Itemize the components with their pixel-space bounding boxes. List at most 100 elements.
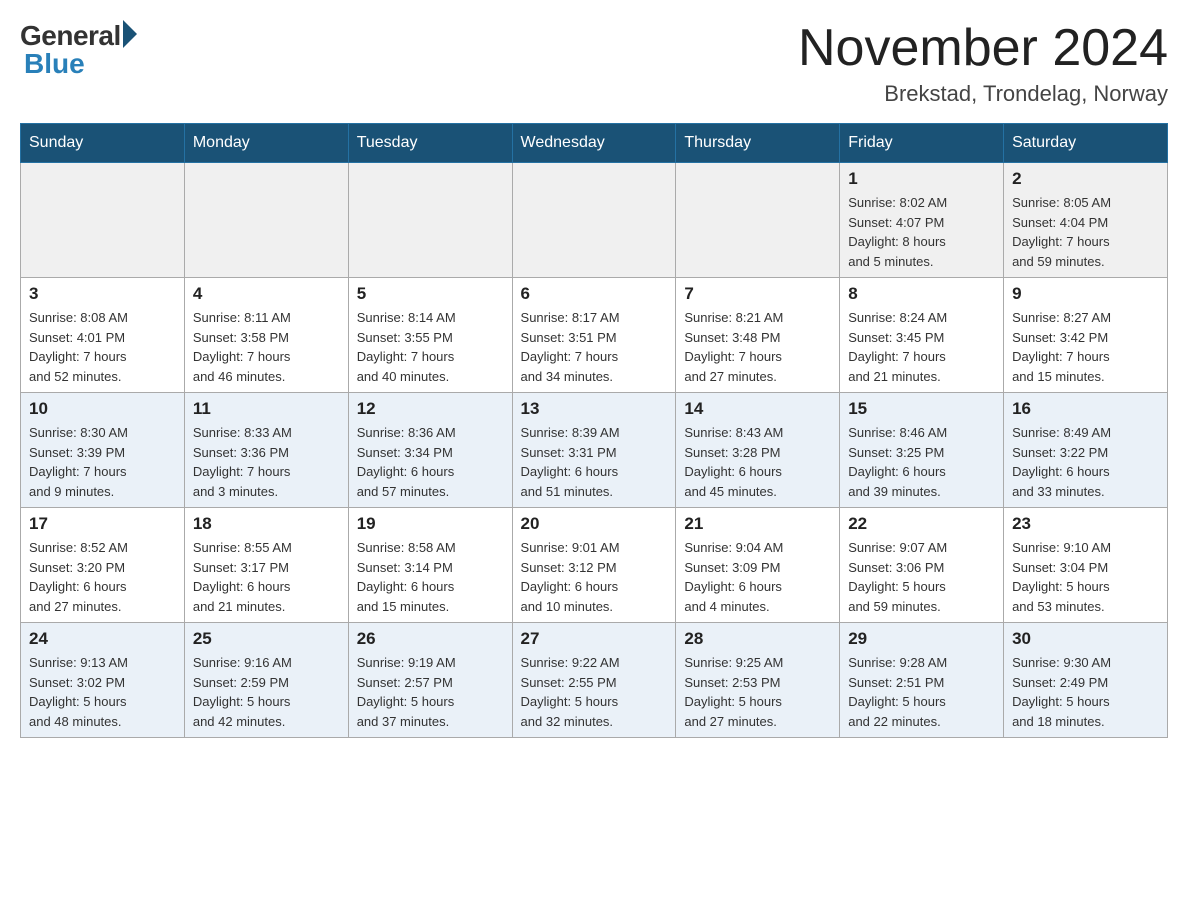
day-number: 3	[29, 284, 176, 304]
calendar-cell: 17 Sunrise: 8:52 AM Sunset: 3:20 PM Dayli…	[21, 508, 185, 623]
day-number: 7	[684, 284, 831, 304]
calendar-cell: 6 Sunrise: 8:17 AM Sunset: 3:51 PM Daylig…	[512, 278, 676, 393]
day-info: Sunrise: 8:30 AM Sunset: 3:39 PM Dayligh…	[29, 423, 176, 501]
day-number: 1	[848, 169, 995, 189]
calendar-header-wednesday: Wednesday	[512, 124, 676, 163]
day-number: 28	[684, 629, 831, 649]
calendar-cell: 2 Sunrise: 8:05 AM Sunset: 4:04 PM Daylig…	[1004, 163, 1168, 278]
day-number: 27	[521, 629, 668, 649]
calendar-cell	[184, 163, 348, 278]
calendar-header-friday: Friday	[840, 124, 1004, 163]
day-number: 22	[848, 514, 995, 534]
day-number: 29	[848, 629, 995, 649]
calendar-cell: 27 Sunrise: 9:22 AM Sunset: 2:55 PM Dayli…	[512, 623, 676, 738]
day-info: Sunrise: 9:07 AM Sunset: 3:06 PM Dayligh…	[848, 538, 995, 616]
day-info: Sunrise: 9:30 AM Sunset: 2:49 PM Dayligh…	[1012, 653, 1159, 731]
day-info: Sunrise: 8:21 AM Sunset: 3:48 PM Dayligh…	[684, 308, 831, 386]
logo-blue-text: Blue	[20, 48, 85, 80]
day-info: Sunrise: 8:33 AM Sunset: 3:36 PM Dayligh…	[193, 423, 340, 501]
day-number: 16	[1012, 399, 1159, 419]
day-number: 18	[193, 514, 340, 534]
day-number: 21	[684, 514, 831, 534]
calendar-table: SundayMondayTuesdayWednesdayThursdayFrid…	[20, 123, 1168, 738]
calendar-week-row: 17 Sunrise: 8:52 AM Sunset: 3:20 PM Dayli…	[21, 508, 1168, 623]
day-info: Sunrise: 9:25 AM Sunset: 2:53 PM Dayligh…	[684, 653, 831, 731]
calendar-cell: 28 Sunrise: 9:25 AM Sunset: 2:53 PM Dayli…	[676, 623, 840, 738]
day-info: Sunrise: 8:46 AM Sunset: 3:25 PM Dayligh…	[848, 423, 995, 501]
calendar-cell: 1 Sunrise: 8:02 AM Sunset: 4:07 PM Daylig…	[840, 163, 1004, 278]
day-info: Sunrise: 8:43 AM Sunset: 3:28 PM Dayligh…	[684, 423, 831, 501]
day-info: Sunrise: 8:27 AM Sunset: 3:42 PM Dayligh…	[1012, 308, 1159, 386]
day-info: Sunrise: 9:19 AM Sunset: 2:57 PM Dayligh…	[357, 653, 504, 731]
day-info: Sunrise: 9:22 AM Sunset: 2:55 PM Dayligh…	[521, 653, 668, 731]
day-number: 30	[1012, 629, 1159, 649]
calendar-cell: 18 Sunrise: 8:55 AM Sunset: 3:17 PM Dayli…	[184, 508, 348, 623]
day-number: 2	[1012, 169, 1159, 189]
day-info: Sunrise: 9:28 AM Sunset: 2:51 PM Dayligh…	[848, 653, 995, 731]
day-info: Sunrise: 8:55 AM Sunset: 3:17 PM Dayligh…	[193, 538, 340, 616]
day-number: 14	[684, 399, 831, 419]
calendar-cell: 7 Sunrise: 8:21 AM Sunset: 3:48 PM Daylig…	[676, 278, 840, 393]
day-info: Sunrise: 9:10 AM Sunset: 3:04 PM Dayligh…	[1012, 538, 1159, 616]
calendar-cell: 21 Sunrise: 9:04 AM Sunset: 3:09 PM Dayli…	[676, 508, 840, 623]
day-info: Sunrise: 9:04 AM Sunset: 3:09 PM Dayligh…	[684, 538, 831, 616]
day-info: Sunrise: 8:05 AM Sunset: 4:04 PM Dayligh…	[1012, 193, 1159, 271]
logo: General Blue	[20, 20, 137, 80]
calendar-cell: 20 Sunrise: 9:01 AM Sunset: 3:12 PM Dayli…	[512, 508, 676, 623]
calendar-header-monday: Monday	[184, 124, 348, 163]
calendar-header-row: SundayMondayTuesdayWednesdayThursdayFrid…	[21, 124, 1168, 163]
day-number: 9	[1012, 284, 1159, 304]
page-header: General Blue November 2024 Brekstad, Tro…	[20, 20, 1168, 107]
calendar-cell: 16Sunrise: 8:49 AM Sunset: 3:22 PM Dayli…	[1004, 393, 1168, 508]
day-number: 5	[357, 284, 504, 304]
calendar-cell: 9 Sunrise: 8:27 AM Sunset: 3:42 PM Daylig…	[1004, 278, 1168, 393]
calendar-cell: 5 Sunrise: 8:14 AM Sunset: 3:55 PM Daylig…	[348, 278, 512, 393]
calendar-cell: 22 Sunrise: 9:07 AM Sunset: 3:06 PM Dayli…	[840, 508, 1004, 623]
calendar-cell: 3 Sunrise: 8:08 AM Sunset: 4:01 PM Daylig…	[21, 278, 185, 393]
calendar-week-row: 24Sunrise: 9:13 AM Sunset: 3:02 PM Dayli…	[21, 623, 1168, 738]
calendar-cell: 11 Sunrise: 8:33 AM Sunset: 3:36 PM Dayli…	[184, 393, 348, 508]
calendar-header-sunday: Sunday	[21, 124, 185, 163]
calendar-cell: 10 Sunrise: 8:30 AM Sunset: 3:39 PM Dayli…	[21, 393, 185, 508]
calendar-cell: 29 Sunrise: 9:28 AM Sunset: 2:51 PM Dayli…	[840, 623, 1004, 738]
day-info: Sunrise: 8:11 AM Sunset: 3:58 PM Dayligh…	[193, 308, 340, 386]
day-number: 19	[357, 514, 504, 534]
day-info: Sunrise: 9:01 AM Sunset: 3:12 PM Dayligh…	[521, 538, 668, 616]
day-info: Sunrise: 8:02 AM Sunset: 4:07 PM Dayligh…	[848, 193, 995, 271]
day-number: 6	[521, 284, 668, 304]
calendar-cell: 12Sunrise: 8:36 AM Sunset: 3:34 PM Dayli…	[348, 393, 512, 508]
calendar-cell	[21, 163, 185, 278]
day-number: 11	[193, 399, 340, 419]
month-title: November 2024	[798, 20, 1168, 77]
day-info: Sunrise: 8:17 AM Sunset: 3:51 PM Dayligh…	[521, 308, 668, 386]
day-number: 20	[521, 514, 668, 534]
calendar-cell: 30 Sunrise: 9:30 AM Sunset: 2:49 PM Dayli…	[1004, 623, 1168, 738]
logo-arrow-icon	[123, 20, 137, 48]
calendar-cell: 15 Sunrise: 8:46 AM Sunset: 3:25 PM Dayli…	[840, 393, 1004, 508]
calendar-cell	[676, 163, 840, 278]
day-info: Sunrise: 8:58 AM Sunset: 3:14 PM Dayligh…	[357, 538, 504, 616]
calendar-cell: 4 Sunrise: 8:11 AM Sunset: 3:58 PM Daylig…	[184, 278, 348, 393]
calendar-header-thursday: Thursday	[676, 124, 840, 163]
day-number: 10	[29, 399, 176, 419]
calendar-cell: 19 Sunrise: 8:58 AM Sunset: 3:14 PM Dayli…	[348, 508, 512, 623]
day-info: Sunrise: 8:36 AM Sunset: 3:34 PM Dayligh…	[357, 423, 504, 501]
day-number: 26	[357, 629, 504, 649]
calendar-cell: 26 Sunrise: 9:19 AM Sunset: 2:57 PM Dayli…	[348, 623, 512, 738]
calendar-cell: 13Sunrise: 8:39 AM Sunset: 3:31 PM Dayli…	[512, 393, 676, 508]
day-info: Sunrise: 8:14 AM Sunset: 3:55 PM Dayligh…	[357, 308, 504, 386]
day-number: 23	[1012, 514, 1159, 534]
day-info: Sunrise: 9:13 AM Sunset: 3:02 PM Dayligh…	[29, 653, 176, 731]
calendar-header-saturday: Saturday	[1004, 124, 1168, 163]
day-number: 17	[29, 514, 176, 534]
day-number: 4	[193, 284, 340, 304]
day-number: 15	[848, 399, 995, 419]
day-info: Sunrise: 8:52 AM Sunset: 3:20 PM Dayligh…	[29, 538, 176, 616]
calendar-cell: 23 Sunrise: 9:10 AM Sunset: 3:04 PM Dayli…	[1004, 508, 1168, 623]
calendar-cell: 25Sunrise: 9:16 AM Sunset: 2:59 PM Dayli…	[184, 623, 348, 738]
day-info: Sunrise: 8:24 AM Sunset: 3:45 PM Dayligh…	[848, 308, 995, 386]
calendar-week-row: 3 Sunrise: 8:08 AM Sunset: 4:01 PM Daylig…	[21, 278, 1168, 393]
day-info: Sunrise: 8:08 AM Sunset: 4:01 PM Dayligh…	[29, 308, 176, 386]
day-info: Sunrise: 9:16 AM Sunset: 2:59 PM Dayligh…	[193, 653, 340, 731]
calendar-week-row: 10 Sunrise: 8:30 AM Sunset: 3:39 PM Dayli…	[21, 393, 1168, 508]
